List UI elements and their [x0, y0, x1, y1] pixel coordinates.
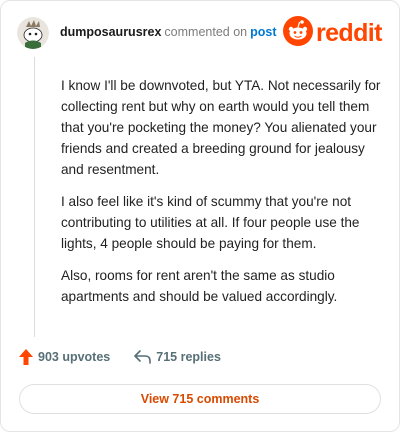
reply-count: 715 replies — [156, 350, 221, 364]
comment-paragraph: Also, rooms for rent aren't the same as … — [61, 268, 338, 304]
upvote-arrow-icon — [19, 349, 33, 365]
comment-header: dumposaurusrex commented on post — [60, 25, 277, 39]
username[interactable]: dumposaurusrex — [60, 25, 161, 39]
comment-card: dumposaurusrex commented on post reddit I … — [0, 0, 400, 432]
reply-button[interactable]: 715 replies — [134, 350, 221, 364]
reddit-wordmark: reddit — [316, 19, 382, 47]
upvote-count: 903 upvotes — [38, 350, 111, 364]
comment-body: I know I'll be downvoted, but YTA. Not n… — [61, 75, 381, 318]
post-link[interactable]: post — [250, 25, 276, 39]
comment-stats: 903 upvotes 715 replies — [19, 349, 221, 365]
comment-paragraph: I also feel like it's kind of scummy tha… — [61, 194, 360, 251]
comment-paragraph: I know I'll be downvoted, but YTA. Not n… — [61, 78, 381, 177]
reply-arrow-icon — [134, 350, 152, 364]
snoo-avatar-icon[interactable] — [17, 17, 49, 49]
view-comments-button[interactable]: View 715 comments — [19, 384, 381, 414]
reddit-snoo-icon — [283, 15, 313, 51]
upvote-button[interactable]: 903 upvotes — [19, 349, 110, 365]
reddit-logo[interactable]: reddit — [283, 15, 382, 51]
commented-text: commented on — [164, 25, 248, 39]
thread-line — [34, 57, 35, 337]
